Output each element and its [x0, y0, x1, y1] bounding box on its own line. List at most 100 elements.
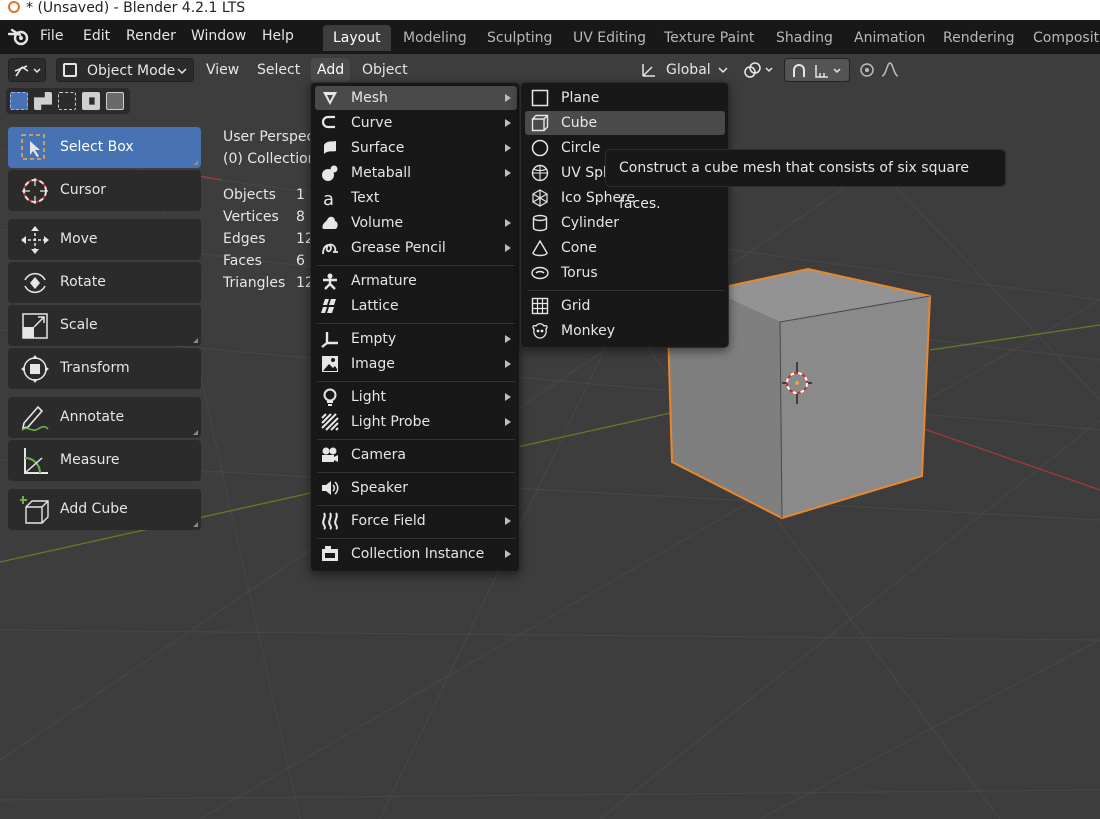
stat-edges-label: Edges — [223, 231, 266, 247]
stat-vertices-value: 8 — [296, 209, 305, 225]
tab-shading[interactable]: Shading — [766, 25, 843, 51]
submenu-arrow-icon — [505, 360, 511, 368]
menu-item-surface[interactable]: Surface — [315, 136, 517, 160]
snapping-group[interactable] — [784, 58, 850, 82]
menu-item-light-probe[interactable]: Light Probe — [315, 410, 517, 434]
submenu-arrow-icon — [505, 144, 511, 152]
proportional-editing-group[interactable] — [856, 58, 918, 82]
select-new-icon[interactable] — [10, 92, 28, 110]
editor-type-icon — [14, 65, 41, 77]
uv-sphere-icon — [531, 164, 549, 182]
stat-faces-label: Faces — [223, 253, 262, 269]
tool-add-cube[interactable]: Add Cube — [8, 489, 201, 530]
menu-item-mesh[interactable]: Mesh — [315, 86, 517, 110]
rotate-icon — [24, 272, 46, 294]
menu-item-label: Grid — [561, 298, 591, 314]
tool-annotate-label: Annotate — [60, 409, 125, 425]
menu-add[interactable]: Add — [311, 58, 351, 82]
submenu-arrow-icon — [505, 244, 511, 252]
stat-objects-label: Objects — [223, 187, 276, 203]
menu-item-force-field[interactable]: Force Field — [315, 509, 517, 533]
menu-item-label: Monkey — [561, 323, 616, 339]
menu-view[interactable]: View — [200, 58, 245, 82]
menu-separator — [317, 472, 515, 473]
select-intersect-icon[interactable] — [106, 92, 124, 110]
transform-orientation-dropdown[interactable]: Global — [636, 58, 730, 82]
grid-icon — [531, 297, 549, 315]
menu-item-monkey[interactable]: Monkey — [525, 319, 725, 343]
menu-item-text[interactable]: a Text — [315, 186, 517, 210]
menu-item-grease-pencil[interactable]: Grease Pencil — [315, 236, 517, 260]
menu-select[interactable]: Select — [251, 58, 306, 82]
tab-modeling[interactable]: Modeling — [393, 25, 477, 51]
menu-item-metaball[interactable]: Metaball — [315, 161, 517, 185]
menu-item-curve[interactable]: Curve — [315, 111, 517, 135]
tool-measure[interactable]: Measure — [8, 440, 201, 481]
menu-item-image[interactable]: Image — [315, 352, 517, 376]
menu-item-label: Collection Instance — [351, 546, 485, 562]
tab-texture-paint[interactable]: Texture Paint — [654, 25, 764, 51]
menu-help[interactable]: Help — [262, 28, 294, 44]
menu-item-empty[interactable]: Empty — [315, 327, 517, 351]
tab-uv-editing[interactable]: UV Editing — [563, 25, 656, 51]
submenu-arrow-icon — [505, 169, 511, 177]
top-menubar: File Edit Render Window Help Layout Mode… — [0, 20, 1100, 54]
select-invert-icon[interactable] — [82, 92, 100, 110]
menu-separator — [317, 381, 515, 382]
menu-item-label: Empty — [351, 331, 397, 347]
editor-type-dropdown[interactable] — [8, 58, 46, 82]
tab-layout[interactable]: Layout — [323, 25, 391, 51]
menu-item-label: Curve — [351, 115, 393, 131]
pivot-point-dropdown[interactable] — [738, 58, 778, 82]
menu-item-camera[interactable]: Camera — [315, 443, 517, 467]
tool-select-box[interactable]: Select Box — [8, 127, 201, 168]
menu-item-volume[interactable]: Volume — [315, 211, 517, 235]
collection-instance-icon — [322, 546, 338, 561]
tab-rendering[interactable]: Rendering — [933, 25, 1025, 51]
menu-render[interactable]: Render — [126, 28, 176, 44]
submenu-arrow-icon — [505, 418, 511, 426]
mode-dropdown[interactable]: Object Mode — [56, 58, 194, 82]
tool-cursor[interactable]: Cursor — [8, 170, 201, 211]
menu-item-collection-instance[interactable]: Collection Instance — [315, 542, 517, 566]
menu-item-torus[interactable]: Torus — [525, 261, 725, 285]
menu-item-armature[interactable]: Armature — [315, 269, 517, 293]
select-subtract-icon[interactable] — [58, 92, 76, 110]
menu-item-label: Grease Pencil — [351, 240, 446, 256]
tool-transform[interactable]: Transform — [8, 348, 201, 389]
menu-edit[interactable]: Edit — [83, 28, 110, 44]
cube-tooltip: Construct a cube mesh that consists of s… — [605, 149, 1006, 212]
tool-scale[interactable]: Scale — [8, 305, 201, 346]
tool-annotate[interactable]: Annotate — [8, 397, 201, 438]
speaker-icon — [322, 481, 339, 495]
menu-item-label: Speaker — [351, 480, 408, 496]
menu-item-cone[interactable]: Cone — [525, 236, 725, 260]
surface-icon — [324, 141, 336, 154]
orientation-label: Global — [666, 62, 711, 78]
tool-select-box-label: Select Box — [60, 139, 134, 155]
tool-move[interactable]: Move — [8, 219, 201, 260]
blender-logo-icon[interactable] — [8, 27, 30, 47]
stat-objects-value: 1 — [296, 187, 305, 203]
select-extend-icon[interactable] — [34, 92, 52, 110]
tool-rotate[interactable]: Rotate — [8, 262, 201, 303]
menu-window[interactable]: Window — [191, 28, 246, 44]
add-menu: Mesh Curve Surface Metaball a Text Volum… — [310, 82, 520, 572]
tab-animation[interactable]: Animation — [844, 25, 935, 51]
menu-item-plane[interactable]: Plane — [525, 86, 725, 110]
tab-sculpting[interactable]: Sculpting — [477, 25, 562, 51]
tab-compositing[interactable]: Compositin — [1023, 25, 1100, 51]
tool-measure-label: Measure — [60, 452, 120, 468]
stat-faces-value: 6 — [296, 253, 305, 269]
menu-object[interactable]: Object — [356, 58, 414, 82]
submenu-arrow-icon — [505, 335, 511, 343]
menu-item-lattice[interactable]: Lattice — [315, 294, 517, 318]
menu-item-light[interactable]: Light — [315, 385, 517, 409]
menu-item-label: Mesh — [351, 90, 388, 106]
menu-file[interactable]: File — [40, 28, 63, 44]
menu-item-speaker[interactable]: Speaker — [315, 476, 517, 500]
move-icon — [21, 226, 49, 254]
menu-item-cube[interactable]: Cube — [525, 111, 725, 135]
menu-separator — [317, 323, 515, 324]
menu-item-grid[interactable]: Grid — [525, 294, 725, 318]
